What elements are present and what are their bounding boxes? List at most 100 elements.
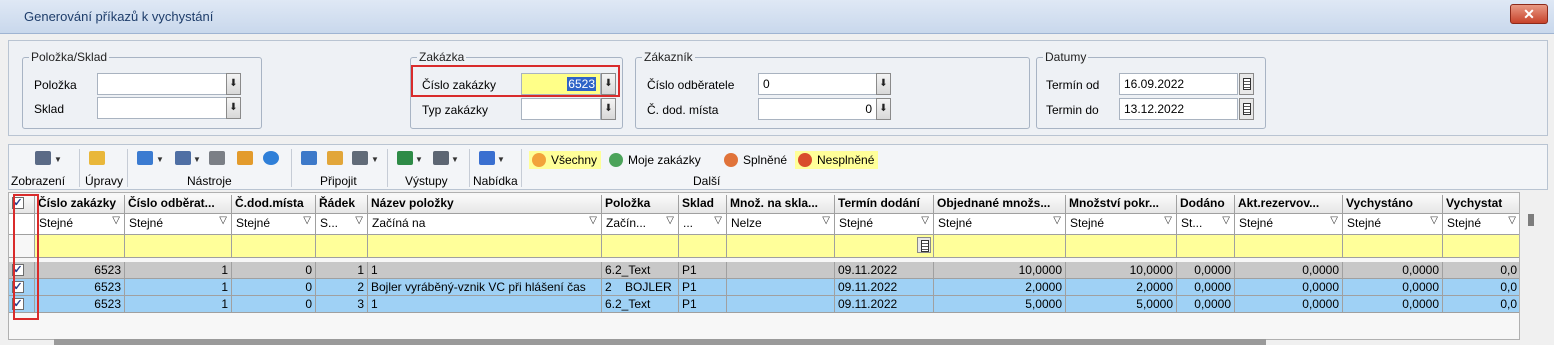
typ-zakazky-field[interactable]	[521, 98, 601, 120]
filter-input[interactable]	[1177, 235, 1235, 258]
help-icon[interactable]	[263, 151, 279, 165]
termin-do-field[interactable]: 13.12.2022	[1119, 98, 1238, 120]
col-header[interactable]: Množ. na skla...	[727, 195, 835, 214]
filter-select[interactable]: Stejné ▽	[1235, 214, 1343, 235]
toolbar-label-vystupy: Výstupy	[405, 174, 448, 188]
chevron-down-icon[interactable]: ▼	[193, 155, 201, 164]
calendar-icon[interactable]	[1239, 98, 1254, 120]
chevron-down-icon[interactable]: ▼	[54, 155, 62, 164]
odberatel-field[interactable]: 0	[758, 73, 877, 95]
horizontal-scrollbar[interactable]	[54, 339, 1266, 345]
col-header[interactable]: Akt.rezervov...	[1235, 195, 1343, 214]
calendar-icon[interactable]	[917, 237, 931, 253]
columns-icon[interactable]	[137, 151, 153, 165]
sklad-field[interactable]	[97, 97, 231, 119]
polozka-dropdown-button[interactable]: ⬇	[226, 73, 241, 95]
vertical-scrollbar[interactable]	[1522, 192, 1548, 340]
filter-input[interactable]	[316, 235, 368, 258]
filter-select[interactable]: Začíná na ▽	[368, 214, 602, 235]
cell: 09.11.2022	[835, 262, 934, 279]
col-header[interactable]: Číslo zakázky	[35, 195, 125, 214]
table-row[interactable]: ✓ 6523 1 0 3 1 6.2_Text P1 09.11.2022 5,…	[9, 296, 1519, 313]
filter-select[interactable]: Stejné ▽	[1066, 214, 1177, 235]
filter-input[interactable]	[934, 235, 1066, 258]
table-row[interactable]: ✓ 6523 1 0 1 1 6.2_Text P1 09.11.2022 10…	[9, 262, 1519, 279]
filter-input[interactable]	[35, 235, 125, 258]
attach-icon[interactable]	[301, 151, 317, 165]
filter-icon[interactable]	[175, 151, 191, 165]
col-header[interactable]: Množství pokr...	[1066, 195, 1177, 214]
chevron-down-icon[interactable]: ▼	[451, 155, 459, 164]
close-button[interactable]: ✕	[1510, 4, 1548, 24]
edit-icon[interactable]	[89, 151, 105, 165]
col-header[interactable]: Č.dod.místa	[232, 195, 316, 214]
col-header[interactable]: Řádek	[316, 195, 368, 214]
group-legend: Datumy	[1043, 50, 1089, 64]
cell: 0,0000	[1343, 279, 1443, 296]
col-header[interactable]: Vychystáno	[1343, 195, 1443, 214]
filter-select[interactable]: Stejné ▽	[232, 214, 316, 235]
col-header[interactable]: Termín dodání	[835, 195, 934, 214]
filter-select[interactable]: Nelze ▽	[727, 214, 835, 235]
chevron-down-icon[interactable]: ▼	[156, 155, 164, 164]
filter-select[interactable]: ... ▽	[679, 214, 727, 235]
filter-select[interactable]: Začín... ▽	[602, 214, 679, 235]
typ-zakazky-dropdown-button[interactable]: ⬇	[601, 98, 616, 120]
col-header[interactable]: Vychystat	[1443, 195, 1519, 214]
filter-select[interactable]: Stejné ▽	[934, 214, 1066, 235]
col-header[interactable]: Objednané množs...	[934, 195, 1066, 214]
filter-moje-zakazky-button[interactable]: Moje zakázky	[606, 151, 705, 169]
filter-nesplnene-button[interactable]: Nesplněné	[795, 151, 879, 169]
filter-input[interactable]	[602, 235, 679, 258]
polozka-field[interactable]	[97, 73, 231, 95]
filter-select-value: S...	[320, 216, 339, 230]
scroll-thumb[interactable]	[1528, 214, 1534, 226]
dod-mista-label: Č. dod. místa	[647, 103, 719, 117]
note-icon[interactable]	[327, 151, 343, 165]
filter-select[interactable]: Stejné ▽	[125, 214, 232, 235]
col-header[interactable]: Položka	[602, 195, 679, 214]
col-header[interactable]: Sklad	[679, 195, 727, 214]
print-icon[interactable]	[209, 151, 225, 165]
chevron-down-icon[interactable]: ▼	[415, 155, 423, 164]
col-header[interactable]: Číslo odběrat...	[125, 195, 232, 214]
filter-select[interactable]: S... ▽	[316, 214, 368, 235]
cell: P1	[679, 296, 727, 313]
dod-mista-dropdown-button[interactable]: ⬇	[876, 98, 891, 120]
col-header[interactable]: Název položky	[368, 195, 602, 214]
filter-input[interactable]	[1443, 235, 1519, 258]
toolbar-label-dalsi: Další	[693, 174, 721, 188]
camera-icon[interactable]	[352, 151, 368, 165]
filter-input[interactable]	[1066, 235, 1177, 258]
dod-mista-field[interactable]: 0	[758, 98, 877, 120]
col-header[interactable]: Dodáno	[1177, 195, 1235, 214]
filter-select[interactable]: Stejné ▽	[835, 214, 934, 235]
sklad-dropdown-button[interactable]: ⬇	[226, 97, 241, 119]
filter-input[interactable]	[125, 235, 232, 258]
filter-input[interactable]	[232, 235, 316, 258]
table-row[interactable]: ✓ 6523 1 0 2 Bojler vyráběný-vznik VC př…	[9, 279, 1519, 296]
printer-icon[interactable]	[433, 151, 449, 165]
calendar-icon[interactable]	[1239, 73, 1254, 95]
cell: 0,0000	[1177, 262, 1235, 279]
filter-splnene-button[interactable]: Splněné	[721, 151, 791, 169]
filter-select[interactable]: St... ▽	[1177, 214, 1235, 235]
chevron-down-icon[interactable]: ▼	[497, 155, 505, 164]
filter-input[interactable]	[1343, 235, 1443, 258]
offer-icon[interactable]	[479, 151, 495, 165]
filter-input[interactable]	[835, 235, 934, 258]
filter-select[interactable]: Stejné ▽	[35, 214, 125, 235]
odberatel-dropdown-button[interactable]: ⬇	[876, 73, 891, 95]
excel-icon[interactable]	[397, 151, 413, 165]
filter-input[interactable]	[727, 235, 835, 258]
filter-input[interactable]	[368, 235, 602, 258]
filter-select[interactable]: Stejné ▽	[1443, 214, 1519, 235]
view-icon[interactable]	[35, 151, 51, 165]
export-icon[interactable]	[237, 151, 253, 165]
filter-select[interactable]: Stejné ▽	[1343, 214, 1443, 235]
chevron-down-icon[interactable]: ▼	[371, 155, 379, 164]
filter-input[interactable]	[1235, 235, 1343, 258]
filter-vsechny-button[interactable]: Všechny	[529, 151, 602, 169]
filter-input[interactable]	[679, 235, 727, 258]
termin-od-field[interactable]: 16.09.2022	[1119, 73, 1238, 95]
